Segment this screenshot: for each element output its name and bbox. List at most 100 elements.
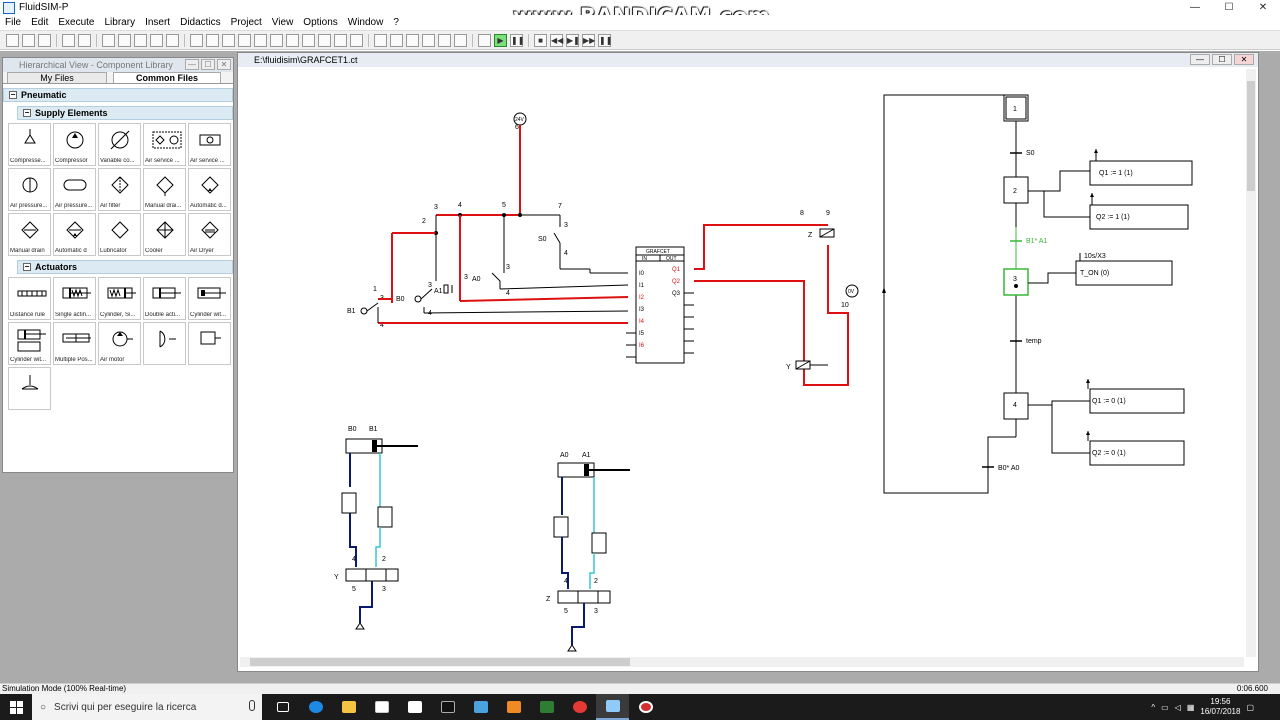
mail-icon[interactable] <box>398 694 431 720</box>
component-single-acting-cylinder[interactable]: Single actin... <box>53 277 96 320</box>
component-distance-rule[interactable]: Distance rule <box>8 277 51 320</box>
menu-insert[interactable]: Insert <box>140 17 175 28</box>
vertical-scrollbar[interactable] <box>1246 69 1256 657</box>
settings-icon[interactable] <box>530 694 563 720</box>
align-top-icon[interactable] <box>238 33 251 47</box>
game-icon[interactable] <box>497 694 530 720</box>
volume-icon[interactable]: ◁ <box>1175 703 1181 712</box>
category-actuators[interactable]: − Actuators <box>17 260 233 274</box>
collapse-icon[interactable]: − <box>23 263 31 271</box>
group-icon[interactable] <box>318 33 331 47</box>
copy-icon[interactable] <box>134 33 147 47</box>
play-icon[interactable]: ▶ <box>494 33 507 47</box>
bandicam-icon[interactable] <box>629 694 662 720</box>
component-cooler[interactable]: Cooler <box>143 213 186 256</box>
menu-didactics[interactable]: Didactics <box>175 17 226 28</box>
scroll-thumb[interactable] <box>250 658 630 666</box>
circuit-drawing[interactable]: 24V 6 3 2 4 5 7 B1 1 4 B0 3 4 A1 3 A0 3 … <box>238 67 1244 659</box>
category-pneumatic[interactable]: − Pneumatic <box>3 88 233 102</box>
component-swivel-cylinder[interactable] <box>188 322 231 365</box>
maximize-icon[interactable]: ☐ <box>1212 0 1246 15</box>
cut-icon[interactable] <box>118 33 131 47</box>
notifications-icon[interactable]: ▢ <box>1246 703 1254 712</box>
taskbar-search[interactable]: ○ Scrivi qui per eseguire la ricerca <box>32 694 262 720</box>
switch-b1-icon[interactable] <box>360 307 368 315</box>
menu-window[interactable]: Window <box>343 17 389 28</box>
menu-edit[interactable]: Edit <box>26 17 53 28</box>
print-icon[interactable] <box>78 33 91 47</box>
save-icon[interactable] <box>38 33 51 47</box>
switch-s0-icon[interactable] <box>553 232 561 244</box>
component-automatic-drain-2[interactable]: Automatic d <box>53 213 96 256</box>
zoom-fit-icon[interactable] <box>374 33 387 47</box>
new-file-icon[interactable] <box>6 33 19 47</box>
start-button[interactable] <box>0 694 32 720</box>
component-cylinder-single[interactable]: Cylinder, Si... <box>98 277 141 320</box>
component-semi-rotary-actuator[interactable] <box>143 322 186 365</box>
fluidsim-taskbar-icon[interactable] <box>596 694 629 720</box>
pause-icon[interactable]: ❚❚ <box>510 33 524 47</box>
switch-a1-icon[interactable] <box>443 284 449 294</box>
component-air-pressure-reservoir[interactable]: Air pressure... <box>53 168 96 211</box>
zoom-in-icon[interactable] <box>438 33 451 47</box>
menu-file[interactable]: File <box>0 17 26 28</box>
check-drawing-icon[interactable] <box>478 33 491 47</box>
component-multiple-position-cylinder[interactable]: Multiple Pos... <box>53 322 96 365</box>
component-automatic-drain[interactable]: Automatic d... <box>188 168 231 211</box>
minimize-icon[interactable]: — <box>185 59 199 70</box>
close-icon[interactable]: ✕ <box>1246 0 1280 15</box>
component-air-service-unit-simplified[interactable]: Air service ... <box>188 123 231 166</box>
rotate-icon[interactable] <box>286 33 299 47</box>
menu-execute[interactable]: Execute <box>53 17 99 28</box>
component-manual-drain-2[interactable]: Manual drain <box>8 213 51 256</box>
flip-icon[interactable] <box>302 33 315 47</box>
component-air-pressure-source[interactable]: Air pressure... <box>8 168 51 211</box>
file-explorer-icon[interactable] <box>332 694 365 720</box>
task-view-icon[interactable] <box>266 694 299 720</box>
switch-a0-icon[interactable] <box>491 272 501 282</box>
stop-icon[interactable]: ■ <box>534 33 547 47</box>
menu-help[interactable]: ? <box>388 17 404 28</box>
zoom-previous-icon[interactable] <box>406 33 419 47</box>
component-compressor[interactable]: Compressor <box>53 123 96 166</box>
menu-project[interactable]: Project <box>226 17 267 28</box>
close-icon[interactable]: ✕ <box>1234 54 1254 65</box>
switch-b0-icon[interactable] <box>414 295 422 303</box>
align-bottom-icon[interactable] <box>270 33 283 47</box>
component-compressor-source[interactable]: Compresse... <box>8 123 51 166</box>
network-icon[interactable]: ▭ <box>1161 703 1169 712</box>
menu-library[interactable]: Library <box>100 17 141 28</box>
pause-step-icon[interactable]: ❚❚ <box>598 33 612 47</box>
collapse-icon[interactable]: − <box>9 91 17 99</box>
close-icon[interactable]: ✕ <box>217 59 231 70</box>
align-left-icon[interactable] <box>190 33 203 47</box>
tab-my-files[interactable]: My Files <box>7 72 107 83</box>
minimize-icon[interactable]: — <box>1178 0 1212 15</box>
component-cylinder-with-cushion[interactable]: Cylinder wit... <box>188 277 231 320</box>
align-center-icon[interactable] <box>206 33 219 47</box>
single-step-icon[interactable]: ▶❚ <box>566 33 580 47</box>
valve-5-2-icon[interactable] <box>557 590 579 604</box>
tray-chevron-icon[interactable]: ^ <box>1151 703 1155 712</box>
microphone-icon[interactable] <box>249 700 255 711</box>
maximize-icon[interactable]: ☐ <box>1212 54 1232 65</box>
collapse-icon[interactable]: − <box>23 109 31 117</box>
paste-icon[interactable] <box>150 33 163 47</box>
category-supply-elements[interactable]: − Supply Elements <box>17 106 233 120</box>
component-air-dryer[interactable]: Air Dryer <box>188 213 231 256</box>
zoom-page-icon[interactable] <box>422 33 435 47</box>
component-vacuum-suction[interactable] <box>8 367 51 410</box>
chrome-icon[interactable] <box>563 694 596 720</box>
align-middle-icon[interactable] <box>254 33 267 47</box>
app-icon[interactable] <box>464 694 497 720</box>
reset-icon[interactable]: ◀◀ <box>550 33 563 47</box>
scroll-thumb[interactable] <box>1247 81 1255 191</box>
component-manual-drain[interactable]: Manual drai... <box>143 168 186 211</box>
zoom-window-icon[interactable] <box>390 33 403 47</box>
undo-icon[interactable] <box>102 33 115 47</box>
menu-options[interactable]: Options <box>298 17 342 28</box>
component-lubricator[interactable]: Lubricator <box>98 213 141 256</box>
tab-common-files[interactable]: Common Files <box>113 72 221 83</box>
valve-5-2-icon[interactable] <box>345 568 367 582</box>
clock[interactable]: 19:56 16/07/2018 <box>1200 697 1240 717</box>
